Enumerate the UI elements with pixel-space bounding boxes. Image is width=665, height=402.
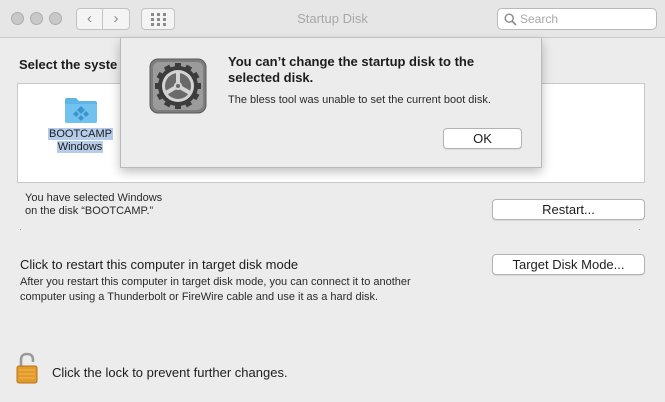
- dialog-title: You can’t change the startup disk to the…: [228, 54, 475, 85]
- disk-name-line2: Windows: [56, 141, 104, 153]
- system-preferences-gear-icon: [149, 58, 207, 114]
- search-field[interactable]: [497, 8, 657, 30]
- disk-label: BOOTCAMP Windows: [48, 128, 113, 154]
- lock-icon[interactable]: [16, 352, 38, 384]
- title-bar: ‹ › Startup Disk: [0, 0, 665, 38]
- selected-line-1: You have selected Windows: [25, 192, 163, 204]
- selected-disk-text: You have selected Windows on the disk “B…: [25, 192, 325, 218]
- restart-button[interactable]: Restart...: [492, 199, 645, 220]
- windows-folder-icon: [65, 98, 97, 123]
- dialog-message: The bless tool was unable to set the cur…: [228, 94, 491, 106]
- search-input[interactable]: [520, 11, 650, 27]
- selected-line-2: on the disk “BOOTCAMP.”: [25, 205, 154, 217]
- ok-button[interactable]: OK: [443, 128, 522, 149]
- search-icon: [504, 13, 517, 26]
- alert-dialog: You can’t change the startup disk to the…: [120, 38, 542, 168]
- lock-text: Click the lock to prevent further change…: [52, 365, 288, 380]
- target-disk-mode-description: After you restart this computer in targe…: [20, 276, 411, 303]
- disk-name-line1: BOOTCAMP: [48, 128, 113, 140]
- target-disk-mode-title: Click to restart this computer in target…: [20, 257, 299, 272]
- select-disk-heading: Select the syste: [19, 57, 118, 72]
- divider: [20, 229, 640, 230]
- target-disk-mode-button[interactable]: Target Disk Mode...: [492, 254, 645, 275]
